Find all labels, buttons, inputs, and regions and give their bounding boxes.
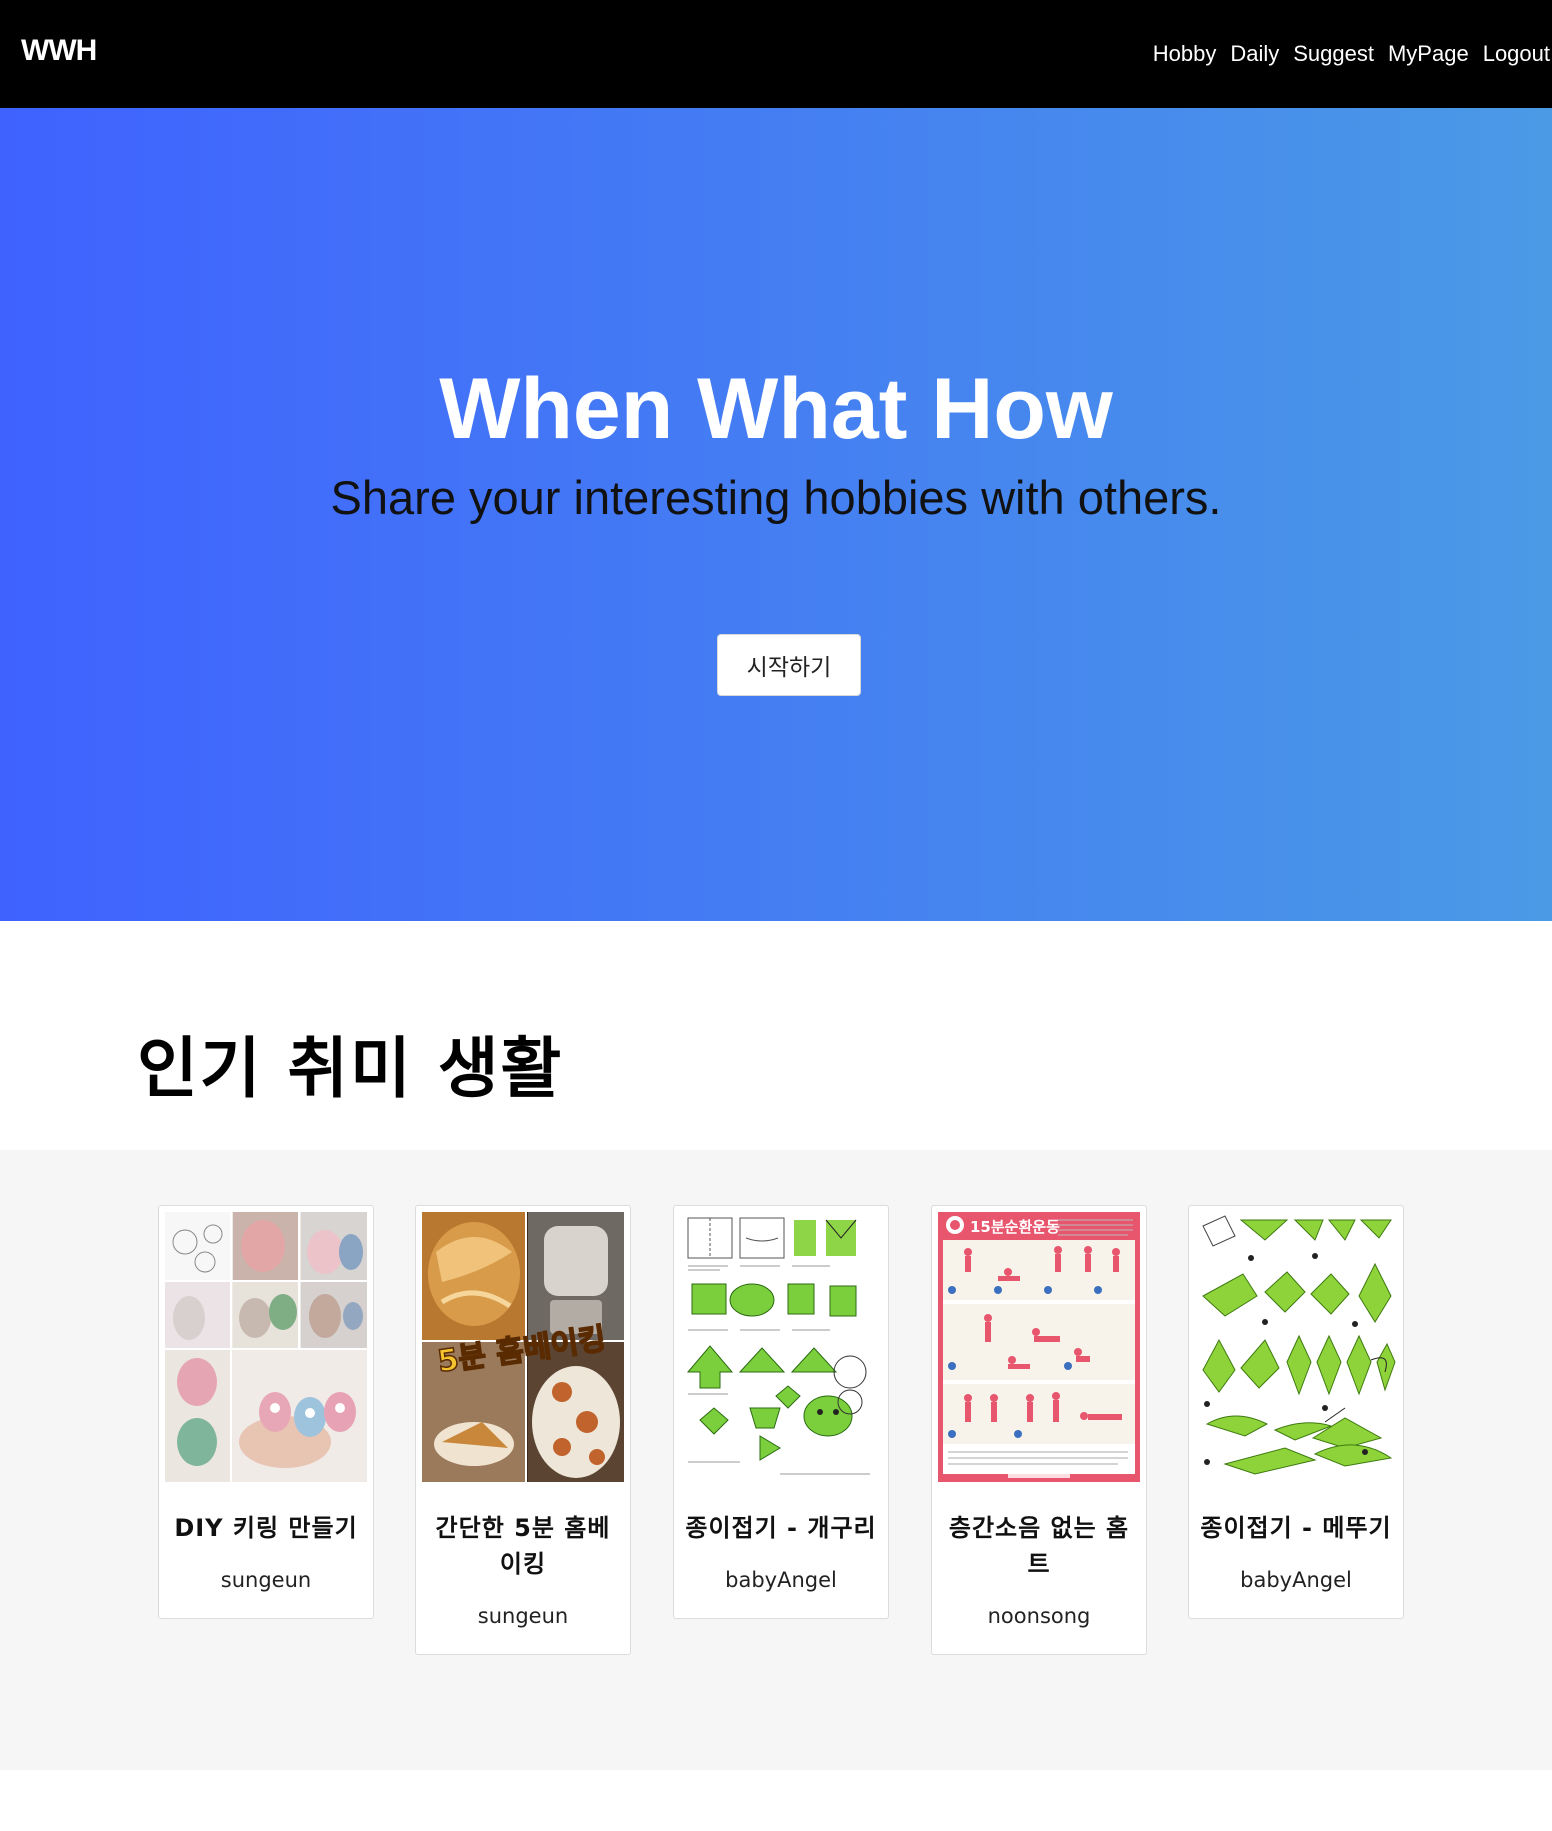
origami-grasshopper-diagram xyxy=(1195,1212,1397,1482)
hobby-card[interactable]: DIY 키링 만들기 sungeun xyxy=(158,1205,374,1619)
origami-frog-diagram xyxy=(680,1212,882,1482)
brand-logo[interactable]: WWH xyxy=(21,34,97,68)
popular-gallery: DIY 키링 만들기 sungeun 5분 홈베이킹 간단한 5분 홈베이킹 s… xyxy=(0,1150,1552,1770)
hobby-card[interactable]: 종이접기 - 개구리 babyAngel xyxy=(673,1205,889,1619)
nav-link-daily[interactable]: Daily xyxy=(1230,41,1279,67)
nav-link-suggest[interactable]: Suggest xyxy=(1293,41,1374,67)
card-title: 종이접기 - 메뚜기 xyxy=(1200,1514,1392,1542)
card-author: sungeun xyxy=(220,1568,312,1592)
home-baking-photo: 5분 홈베이킹 xyxy=(422,1212,624,1482)
card-title: 종이접기 - 개구리 xyxy=(685,1514,877,1542)
home-workout-poster: 15분순환운동 xyxy=(938,1212,1140,1482)
card-title: 층간소음 없는 홈트 xyxy=(948,1514,1130,1578)
hobby-card[interactable]: 종이접기 - 메뚜기 babyAngel xyxy=(1188,1205,1404,1619)
card-title: 간단한 5분 홈베이킹 xyxy=(435,1514,611,1578)
hobby-card[interactable]: 15분순환운동 층간소음 없는 홈트 noonsong xyxy=(931,1205,1147,1655)
card-author: babyAngel xyxy=(1240,1568,1352,1592)
nav-link-hobby[interactable]: Hobby xyxy=(1153,41,1217,67)
hero-title: When What How xyxy=(439,361,1113,457)
popular-section-title: 인기 취미 생활 xyxy=(137,1030,564,1107)
workout-poster-title: 15분순환운동 xyxy=(970,1218,1060,1236)
keyring-photo-collage xyxy=(165,1212,367,1482)
nav-link-mypage[interactable]: MyPage xyxy=(1388,41,1469,67)
hero-banner: When What How Share your interesting hob… xyxy=(0,108,1552,921)
card-author: sungeun xyxy=(477,1604,569,1628)
hobby-card[interactable]: 5분 홈베이킹 간단한 5분 홈베이킹 sungeun xyxy=(415,1205,631,1655)
card-author: babyAngel xyxy=(725,1568,837,1592)
start-button[interactable]: 시작하기 xyxy=(717,634,861,696)
card-author: noonsong xyxy=(987,1604,1091,1628)
top-navbar: WWH Hobby Daily Suggest MyPage Logout xyxy=(0,0,1552,108)
nav-links: Hobby Daily Suggest MyPage Logout xyxy=(1153,0,1552,108)
card-title: DIY 키링 만들기 xyxy=(174,1514,358,1542)
hero-subtitle: Share your interesting hobbies with othe… xyxy=(330,471,1222,524)
nav-link-logout[interactable]: Logout xyxy=(1483,41,1550,67)
